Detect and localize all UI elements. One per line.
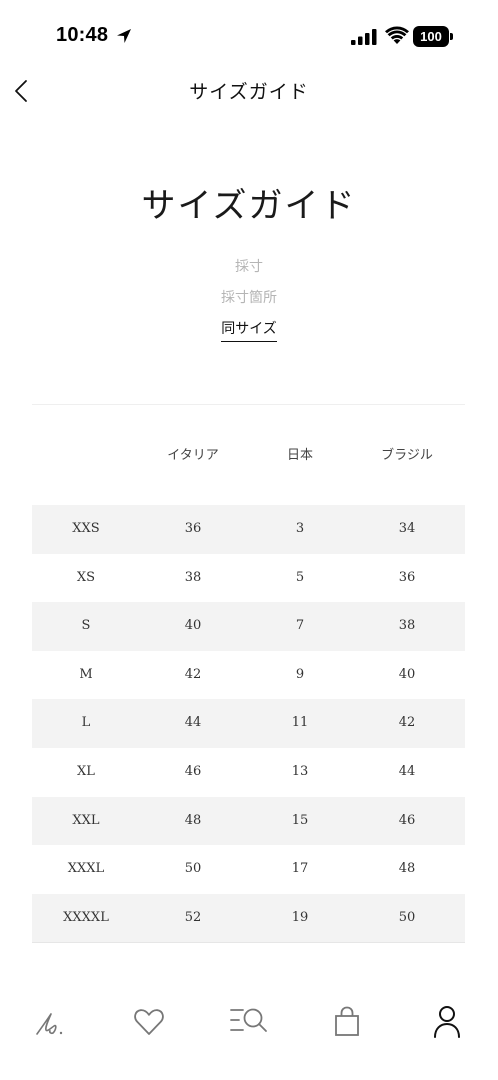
- japan-size: 19: [291, 909, 309, 925]
- table-body: XXS 36 3 34 XS 38 5 36 S 40 7 38 M 42 9 …: [32, 505, 465, 943]
- size-conversion-table: イタリア 日本 ブラジル XXS 36 3 34 XS 38 5 36 S 40…: [32, 430, 465, 943]
- japan-size: 13: [291, 763, 309, 779]
- table-row: S 40 7 38: [32, 602, 465, 651]
- size-label: XXXXL: [63, 909, 109, 925]
- italy-size: 38: [184, 569, 202, 585]
- brazil-size: 42: [398, 715, 416, 731]
- table-row: XXXXL 52 19 50: [32, 893, 465, 943]
- table-row: XXS 36 3 34: [32, 505, 465, 554]
- table-row: XXL 48 15 46: [32, 796, 465, 846]
- japan-size: 9: [295, 666, 305, 682]
- table-row: L 44 11 42: [32, 699, 465, 748]
- japan-size: 3: [295, 521, 305, 536]
- column-header-japan: 日本: [286, 448, 313, 463]
- italy-size: 42: [184, 666, 202, 682]
- account-icon: [434, 1006, 460, 1038]
- italy-size: 40: [184, 618, 202, 634]
- page-title: サイズガイド: [141, 186, 357, 226]
- brazil-size: 50: [398, 909, 416, 925]
- italy-size: 36: [184, 521, 202, 536]
- table-header: イタリア 日本 ブラジル: [32, 430, 465, 474]
- tab-bag[interactable]: [327, 1001, 367, 1041]
- brazil-size: 34: [398, 521, 416, 536]
- brazil-size: 44: [398, 763, 416, 779]
- brazil-size: 38: [398, 618, 416, 634]
- status-bar: 10:48 100: [0, 0, 498, 72]
- table-bottom-border: [32, 942, 465, 943]
- table-row: XL 46 13 44: [32, 748, 465, 797]
- brazil-size: 46: [398, 812, 416, 828]
- home-signature-icon: [36, 1013, 63, 1035]
- heart-icon: [134, 1009, 164, 1035]
- table-row: M 42 9 40: [32, 651, 465, 700]
- size-label: M: [79, 666, 93, 682]
- status-time: 10:48: [56, 24, 109, 46]
- table-row: XS 38 5 36: [32, 554, 465, 603]
- nav-title: サイズガイド: [189, 81, 309, 103]
- search-menu-icon: [230, 1008, 267, 1032]
- cellular-signal-icon: [351, 29, 377, 45]
- size-label: L: [81, 715, 91, 731]
- size-label: XS: [76, 569, 96, 585]
- japan-size: 7: [295, 618, 305, 634]
- tab-wishlist[interactable]: [129, 1001, 169, 1041]
- tab-search[interactable]: [228, 1001, 268, 1041]
- table-row: XXXL 50 17 48: [32, 845, 465, 894]
- tab-measurements[interactable]: 採寸: [0, 256, 498, 279]
- size-label: XXL: [72, 812, 100, 828]
- section-divider: [32, 404, 465, 405]
- column-header-italy: イタリア: [167, 448, 219, 463]
- tab-measurement-points-label: 採寸箇所: [221, 290, 277, 306]
- italy-size: 52: [184, 909, 202, 925]
- battery-level: 100: [413, 26, 449, 47]
- battery-indicator: 100: [413, 26, 453, 47]
- bottom-tab-bar: [0, 995, 498, 1055]
- size-label: XXXL: [67, 861, 105, 877]
- italy-size: 46: [184, 763, 202, 779]
- italy-size: 50: [184, 861, 202, 877]
- size-label: S: [81, 618, 91, 634]
- location-arrow-icon: [117, 29, 131, 43]
- tab-home[interactable]: [30, 1001, 70, 1041]
- tab-measurement-points[interactable]: 採寸箇所: [0, 287, 498, 310]
- battery-tip: [450, 33, 453, 40]
- shopping-bag-icon: [335, 1006, 359, 1036]
- japan-size: 11: [291, 715, 309, 731]
- japan-size: 15: [291, 812, 309, 828]
- brazil-size: 40: [398, 666, 416, 682]
- brazil-size: 48: [398, 861, 416, 877]
- tab-account[interactable]: [427, 1001, 467, 1041]
- size-label: XXS: [72, 521, 100, 536]
- japan-size: 5: [295, 569, 305, 585]
- column-header-brazil: ブラジル: [381, 448, 433, 463]
- tab-size-equivalents-label: 同サイズ: [221, 318, 277, 342]
- tab-measurements-label: 採寸: [235, 259, 263, 275]
- tab-size-equivalents[interactable]: 同サイズ: [0, 318, 498, 342]
- japan-size: 17: [291, 861, 309, 877]
- size-label: XL: [77, 763, 95, 779]
- brazil-size: 36: [398, 569, 416, 585]
- italy-size: 44: [184, 715, 202, 731]
- wifi-icon: [385, 26, 409, 44]
- italy-size: 48: [184, 812, 202, 828]
